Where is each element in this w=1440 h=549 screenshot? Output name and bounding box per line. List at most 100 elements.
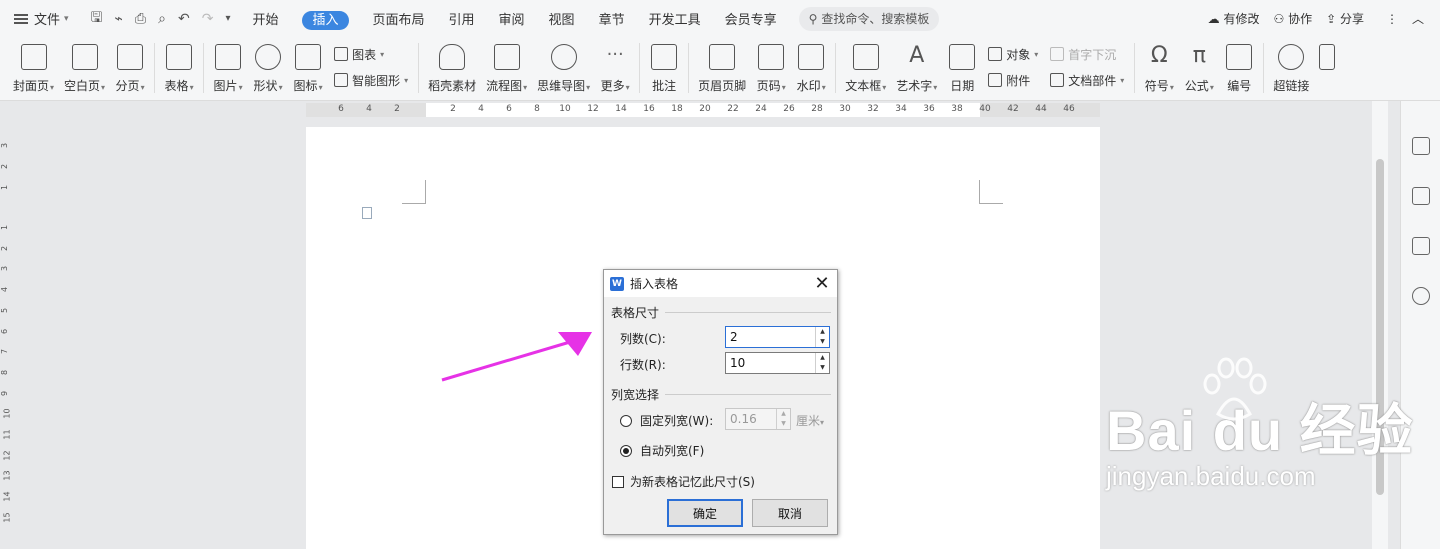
flowchart-button[interactable]: 流程图▾ (481, 37, 532, 99)
print-icon[interactable]: ⎙ (135, 11, 146, 27)
redo-icon[interactable]: ↷ (202, 11, 214, 27)
vruler-tick: 13 (2, 470, 12, 481)
print-preview-icon[interactable]: ⌕ (158, 11, 166, 27)
ruler-tick: 24 (755, 104, 767, 114)
share-button[interactable]: ⇪ 分享 (1326, 10, 1364, 27)
remember-size-checkbox[interactable] (612, 475, 624, 488)
numbering-button[interactable]: 编号 (1219, 37, 1259, 99)
blank-page-icon (71, 44, 98, 70)
wordart-button[interactable]: A 艺术字▾ (891, 37, 942, 99)
link-icon (1278, 44, 1305, 70)
paw-logo (1203, 357, 1267, 421)
doc-parts-button[interactable]: 文档部件 ▾ (1050, 72, 1124, 89)
table-button[interactable]: 表格▾ (159, 37, 199, 99)
fixed-width-option[interactable]: 固定列宽(W): (620, 412, 713, 429)
tab-insert[interactable]: 插入 (290, 9, 360, 30)
columns-value[interactable]: 2 (726, 330, 815, 344)
page-break-button[interactable]: 分页▾ (110, 37, 150, 99)
chart-button[interactable]: 图表 ▾ (334, 46, 408, 63)
rows-stepper[interactable]: 10 ▲ ▼ (725, 352, 830, 374)
paragraph-options-icon[interactable] (362, 207, 372, 219)
collapse-ribbon-icon[interactable]: ︿ (1412, 10, 1424, 27)
vruler-tick: 7 (0, 349, 10, 355)
help-icon[interactable] (1411, 287, 1430, 305)
textbox-button[interactable]: 文本框▾ (840, 37, 891, 99)
drop-cap-button[interactable]: 首字下沉 (1050, 46, 1124, 63)
close-icon[interactable]: ✕ (813, 274, 831, 293)
file-menu[interactable]: 文件 ▾ (0, 0, 81, 37)
cover-page-button[interactable]: 封面页▾ (8, 37, 59, 99)
comment-button[interactable]: 批注 (644, 37, 684, 99)
spin-down-icon[interactable]: ▼ (816, 363, 829, 373)
spin-down-icon[interactable]: ▼ (816, 337, 829, 347)
smart-graphic-button[interactable]: 智能图形 ▾ (334, 72, 408, 89)
fixed-width-value: 0.16 (730, 412, 757, 426)
rows-spin-arrows[interactable]: ▲ ▼ (815, 353, 829, 373)
ruler-tick: 36 (923, 104, 935, 114)
spin-up-icon[interactable]: ▲ (816, 327, 829, 337)
fixed-width-radio[interactable] (620, 414, 632, 427)
date-button[interactable]: 日期 (942, 37, 982, 99)
collaborate-button[interactable]: ⚇ 协作 (1274, 10, 1313, 27)
adjust-sliders-icon[interactable] (1411, 237, 1430, 255)
ruler-tick: 30 (839, 104, 851, 114)
horizontal-ruler[interactable]: 6 4 2 2 4 6 8 10 12 14 16 18 20 22 24 26 28 30 32 34 36 38 40 4… (0, 101, 1440, 119)
save-icon[interactable]: 🖫 (91, 7, 103, 31)
auto-width-option[interactable]: 自动列宽(F) (620, 442, 704, 459)
changes-button[interactable]: ☁ 有修改 (1208, 10, 1260, 27)
ok-button[interactable]: 确定 (667, 499, 743, 527)
tab-developer[interactable]: 开发工具 (637, 9, 713, 28)
ruler-tick: 12 (587, 104, 599, 114)
formula-button[interactable]: π 公式▾ (1179, 37, 1219, 99)
tab-page-layout[interactable]: 页面布局 (361, 9, 437, 28)
column-width-group: 列宽选择 (611, 386, 831, 403)
select-cursor-icon[interactable] (1411, 187, 1430, 205)
tab-home[interactable]: 开始 (240, 9, 290, 28)
auto-width-radio[interactable] (620, 444, 632, 457)
table-icon (166, 44, 193, 70)
format-painter-icon[interactable]: ⌁ (114, 11, 122, 27)
tab-view[interactable]: 视图 (537, 9, 587, 28)
command-search[interactable]: ⚲ 查找命令、搜索模板 (798, 6, 940, 31)
hyperlink-button[interactable]: 超链接 (1268, 37, 1314, 99)
ruler-tick: 4 (478, 104, 484, 114)
shape-button[interactable]: 形状▾ (248, 37, 288, 99)
rows-value[interactable]: 10 (726, 356, 815, 370)
object-button[interactable]: 对象 ▾ (988, 46, 1038, 63)
icons-button[interactable]: 图标▾ (288, 37, 328, 99)
tab-review[interactable]: 审阅 (487, 9, 537, 28)
picture-button[interactable]: 图片▾ (208, 37, 248, 99)
cancel-button[interactable]: 取消 (752, 499, 828, 527)
columns-stepper[interactable]: 2 ▲ ▼ (725, 326, 830, 348)
dialog-titlebar[interactable]: W 插入表格 ✕ (604, 270, 837, 297)
blank-page-button[interactable]: 空白页▾ (59, 37, 110, 99)
docer-material-button[interactable]: 稻壳素材 (423, 37, 481, 99)
more-icon[interactable]: ⋮ (1386, 12, 1398, 26)
undo-icon[interactable]: ↶ (178, 11, 190, 27)
tab-member[interactable]: 会员专享 (713, 9, 789, 28)
symbol-button[interactable]: Ω 符号▾ (1139, 37, 1179, 99)
separator (418, 43, 420, 93)
more-button[interactable]: ··· 更多▾ (595, 37, 635, 99)
tab-section[interactable]: 章节 (587, 9, 637, 28)
picture-icon (215, 44, 242, 70)
bookmark-button[interactable] (1314, 37, 1340, 99)
edit-pen-icon[interactable] (1411, 137, 1430, 155)
baidu-watermark: Bai du 经验 jingyan.baidu.com (1106, 357, 1414, 492)
margin-corner-top-left (402, 180, 426, 204)
remember-size-option[interactable]: 为新表格记忆此尺寸(S) (612, 473, 755, 490)
header-footer-button[interactable]: 页眉页脚 (693, 37, 751, 99)
ruler-tick: 20 (699, 104, 711, 114)
columns-spin-arrows[interactable]: ▲ ▼ (815, 327, 829, 347)
watermark-button[interactable]: 水印▾ (791, 37, 831, 99)
mindmap-button[interactable]: 思维导图▾ (532, 37, 595, 99)
page-break-icon (117, 44, 144, 70)
attachment-button[interactable]: 附件 (988, 72, 1038, 89)
spin-up-icon[interactable]: ▲ (816, 353, 829, 363)
vertical-ruler[interactable]: 3 2 1 1 2 3 4 5 6 7 8 9 10 11 12 13 14 15 (0, 119, 14, 549)
customize-icon[interactable]: ▾ (225, 13, 230, 24)
tab-references[interactable]: 引用 (437, 9, 487, 28)
vruler-tick: 5 (0, 307, 10, 313)
ruler-tick: 22 (727, 104, 739, 114)
page-number-button[interactable]: 页码▾ (751, 37, 791, 99)
